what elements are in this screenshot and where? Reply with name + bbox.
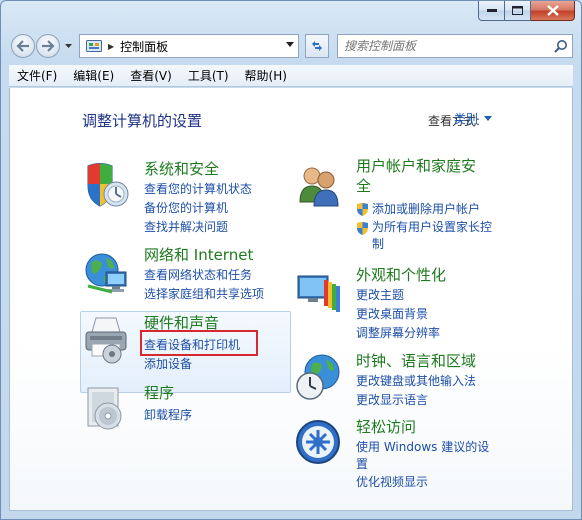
recent-pages-dropdown[interactable] xyxy=(63,41,73,51)
category-title[interactable]: 用户帐户和家庭安全 xyxy=(356,156,488,196)
category-title[interactable]: 程序 xyxy=(144,382,174,403)
menu-view[interactable]: 查看(V) xyxy=(122,65,180,87)
shield-icon xyxy=(87,163,129,207)
appearance-icon xyxy=(297,275,340,312)
link-adjust-resolution[interactable]: 调整屏幕分辨率 xyxy=(356,324,440,343)
close-button[interactable] xyxy=(531,1,575,21)
view-by-value: 类别 xyxy=(453,112,478,126)
back-arrow-icon xyxy=(16,40,29,52)
control-panel-icon xyxy=(86,40,102,52)
link-label: 添加或删除用户帐户 xyxy=(372,202,481,216)
close-icon xyxy=(546,5,559,16)
minimize-icon xyxy=(486,8,497,12)
link-windows-recommended-settings[interactable]: 使用 Windows 建议的设置 xyxy=(356,438,496,473)
link-change-desktop-background[interactable]: 更改桌面背景 xyxy=(356,305,440,324)
maximize-button[interactable] xyxy=(505,1,531,21)
forward-arrow-icon xyxy=(42,40,55,52)
maximize-icon xyxy=(512,6,523,15)
search-button[interactable] xyxy=(550,35,572,57)
search-box xyxy=(337,34,573,58)
page-title: 调整计算机的设置 xyxy=(82,112,203,130)
uac-shield-icon xyxy=(357,203,368,216)
category-title[interactable]: 时钟、语言和区域 xyxy=(356,350,476,371)
category-title[interactable]: 轻松访问 xyxy=(356,416,416,437)
uac-shield-icon xyxy=(357,222,368,235)
annotation-highlight-box xyxy=(140,330,258,356)
link-find-fix-problems[interactable]: 查找并解决问题 xyxy=(144,218,252,237)
link-parental-controls[interactable]: 为所有用户设置家长控制 xyxy=(356,219,496,253)
forward-button[interactable] xyxy=(36,34,60,58)
ease-of-access-icon xyxy=(296,420,340,464)
minimize-button[interactable] xyxy=(478,1,505,21)
link-add-device[interactable]: 添加设备 xyxy=(144,355,240,374)
network-icon xyxy=(85,253,127,294)
link-view-computer-status[interactable]: 查看您的计算机状态 xyxy=(144,180,252,199)
chevron-down-icon xyxy=(484,116,492,121)
search-input[interactable] xyxy=(344,36,550,56)
chevron-down-icon xyxy=(64,43,72,48)
printer-icon xyxy=(85,317,127,364)
content-pane: 调整计算机的设置 查看方式: 类别 系统和安全 查看您的计算机状态 备份您的计算… xyxy=(9,88,573,511)
caption-buttons xyxy=(478,1,575,21)
breadcrumb-separator-icon[interactable]: ▶ xyxy=(108,42,114,51)
control-panel-window: ▶ 控制面板 文件(F) 编辑(E) 查看(V) 工具(T) 帮助(H) 调整计… xyxy=(0,0,582,520)
menu-bar: 文件(F) 编辑(E) 查看(V) 工具(T) 帮助(H) xyxy=(9,65,573,87)
link-add-remove-accounts[interactable]: 添加或删除用户帐户 xyxy=(356,200,496,219)
address-dropdown-icon[interactable] xyxy=(286,42,294,48)
category-title[interactable]: 网络和 Internet xyxy=(144,244,253,265)
link-homegroup-sharing[interactable]: 选择家庭组和共享选项 xyxy=(144,285,264,304)
link-optimize-visual-display[interactable]: 优化视频显示 xyxy=(356,473,496,492)
view-by-dropdown[interactable]: 类别 xyxy=(454,110,492,127)
menu-file[interactable]: 文件(F) xyxy=(9,65,65,87)
menu-tools[interactable]: 工具(T) xyxy=(180,65,237,87)
menu-help[interactable]: 帮助(H) xyxy=(237,65,295,87)
link-backup-computer[interactable]: 备份您的计算机 xyxy=(144,199,252,218)
users-icon xyxy=(299,167,339,207)
link-label: 为所有用户设置家长控制 xyxy=(372,220,493,251)
refresh-button[interactable] xyxy=(305,34,329,58)
link-uninstall-program[interactable]: 卸载程序 xyxy=(144,406,192,425)
category-title[interactable]: 系统和安全 xyxy=(144,158,219,179)
navigation-bar: ▶ 控制面板 xyxy=(9,33,573,59)
programs-icon xyxy=(87,387,122,430)
link-change-display-language[interactable]: 更改显示语言 xyxy=(356,391,476,410)
link-change-input-methods[interactable]: 更改键盘或其他输入法 xyxy=(356,372,476,391)
category-title[interactable]: 外观和个性化 xyxy=(356,264,446,285)
refresh-icon xyxy=(312,41,322,51)
clock-globe-icon xyxy=(296,354,340,400)
link-change-theme[interactable]: 更改主题 xyxy=(356,286,440,305)
breadcrumb-control-panel[interactable]: 控制面板 xyxy=(120,38,168,55)
search-icon xyxy=(554,40,567,53)
link-view-network-status[interactable]: 查看网络状态和任务 xyxy=(144,266,264,285)
back-button[interactable] xyxy=(11,34,35,58)
address-bar[interactable]: ▶ 控制面板 xyxy=(79,34,299,58)
menu-edit[interactable]: 编辑(E) xyxy=(65,65,122,87)
